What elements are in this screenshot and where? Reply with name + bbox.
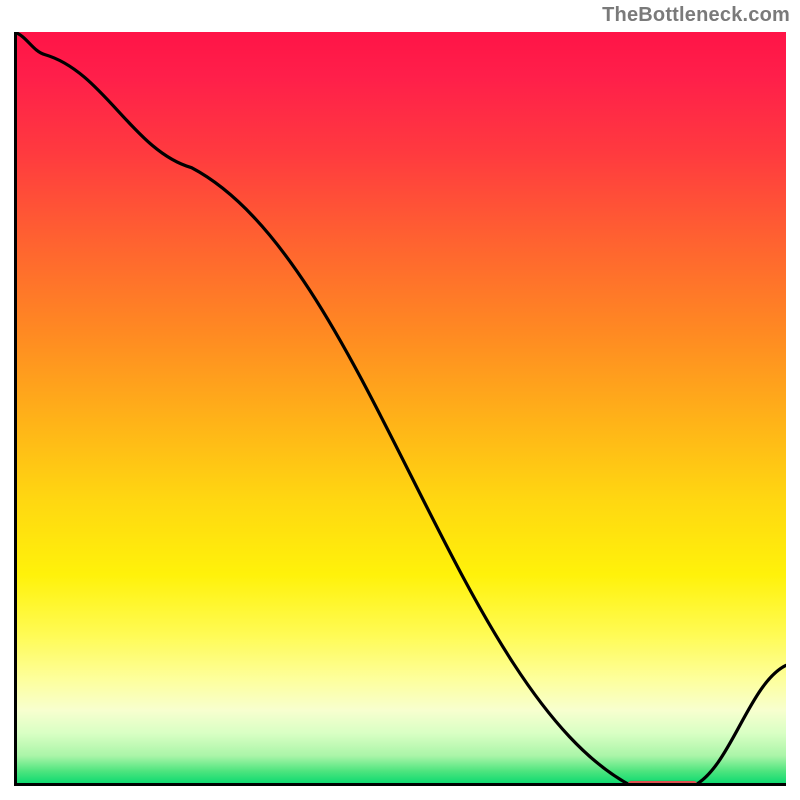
chart-canvas: TheBottleneck.com <box>0 0 800 800</box>
curve-path <box>14 32 786 786</box>
plot-area <box>14 32 786 786</box>
axis-left <box>14 32 17 786</box>
axis-bottom <box>14 783 786 786</box>
bottleneck-curve <box>14 32 786 786</box>
attribution-text: TheBottleneck.com <box>602 4 790 27</box>
